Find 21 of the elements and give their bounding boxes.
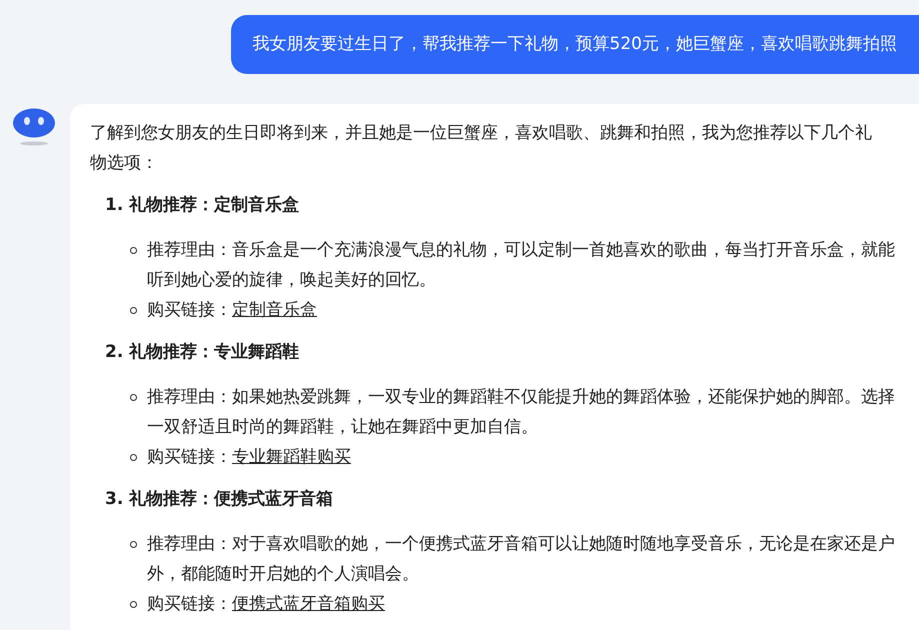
gift-reason: 推荐理由：如果她热爱跳舞，一双专业的舞蹈鞋不仅能提升她的舞蹈体验，还能保护她的脚部。选择一双舒适且时尚的舞蹈鞋，让她在舞蹈中更加自信。	[147, 386, 896, 439]
link-label: 购买链接：	[147, 299, 232, 322]
link-label: 购买链接：	[147, 446, 232, 469]
bullet-icon	[130, 394, 137, 401]
link-label: 购买链接：	[147, 593, 232, 616]
bullet-icon	[130, 247, 137, 254]
user-message: 我女朋友要过生日了，帮我推荐一下礼物，预算520元，她巨蟹座，喜欢唱歌跳舞拍照	[230, 15, 919, 74]
reply-intro: 了解到您女朋友的生日即将到来，并且她是一位巨蟹座，喜欢唱歌、跳舞和拍照，我为您推荐以下几个礼物选项：	[90, 122, 873, 175]
gift-heading: 1. 礼物推荐：定制音乐盒	[105, 194, 300, 217]
bullet-icon	[130, 601, 137, 608]
bullet-icon	[130, 307, 137, 314]
purchase-link[interactable]: 便携式蓝牙音箱购买	[232, 589, 385, 619]
purchase-link[interactable]: 专业舞蹈鞋购买	[232, 442, 351, 472]
gift-reason: 推荐理由：音乐盒是一个充满浪漫气息的礼物，可以定制一首她喜欢的歌曲，每当打开音乐盒，就能听到她心爱的旋律，唤起美好的回忆。	[147, 239, 896, 292]
gift-heading: 3. 礼物推荐：便携式蓝牙音箱	[105, 488, 334, 511]
gift-reason: 推荐理由：对于喜欢唱歌的她，一个便携式蓝牙音箱可以让她随时随地享受音乐，无论是在家还是户外，都能随时开启她的个人演唱会。	[147, 533, 896, 586]
bullet-icon	[130, 454, 137, 461]
robot-avatar-icon	[12, 108, 56, 146]
bullet-icon	[130, 541, 137, 548]
gift-heading: 2. 礼物推荐：专业舞蹈鞋	[105, 341, 300, 364]
purchase-link[interactable]: 定制音乐盒	[232, 295, 317, 325]
